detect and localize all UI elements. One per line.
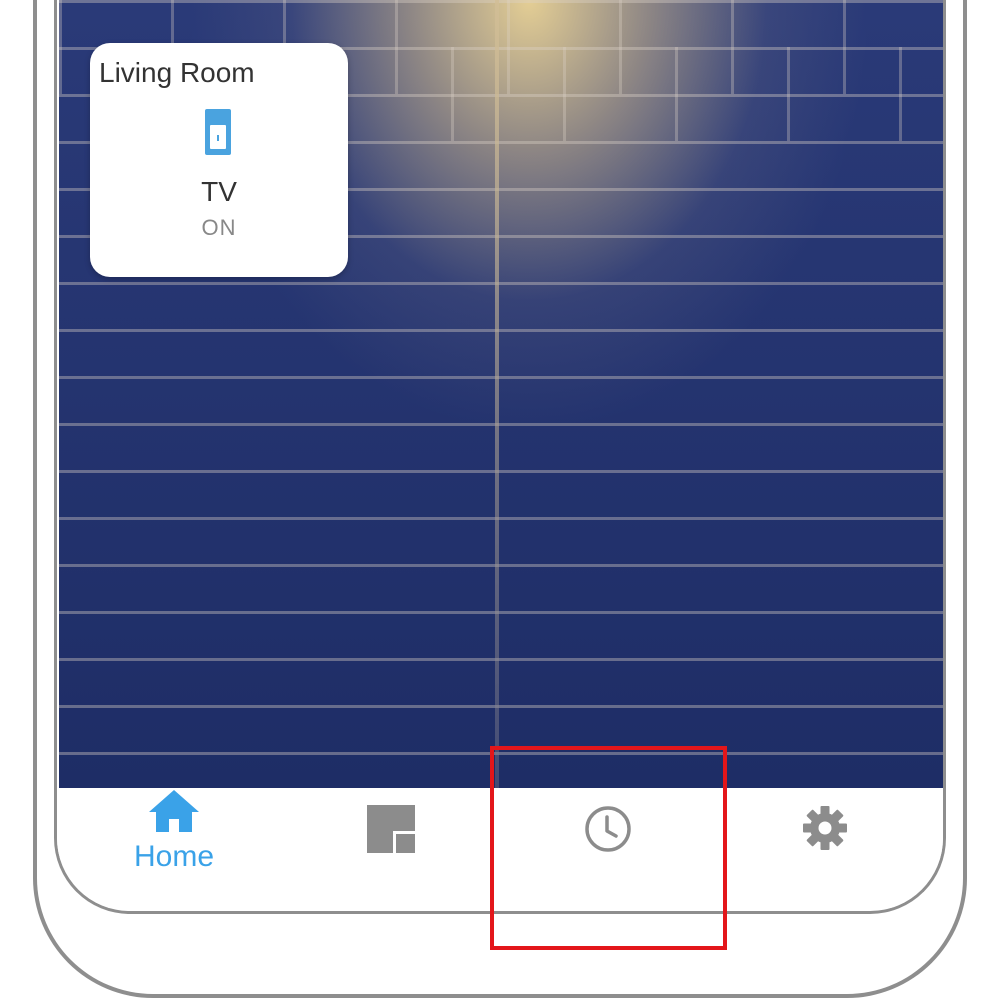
device-state: ON <box>201 215 237 240</box>
wallpaper: Living Room TV ON <box>59 0 943 788</box>
switch-icon <box>205 109 231 155</box>
nav-home-label: Home <box>133 840 215 873</box>
device-name: TV <box>201 176 237 207</box>
nav-rooms[interactable] <box>291 788 491 898</box>
nav-settings[interactable] <box>725 788 925 898</box>
highlight-box <box>490 746 727 950</box>
rooms-icon <box>367 805 415 853</box>
room-name: Living Room <box>99 57 255 88</box>
device-card[interactable]: Living Room TV ON <box>90 43 348 277</box>
nav-home[interactable]: Home <box>74 788 274 898</box>
wall-seam <box>495 0 499 788</box>
gear-icon <box>803 806 847 850</box>
home-icon <box>149 790 199 832</box>
